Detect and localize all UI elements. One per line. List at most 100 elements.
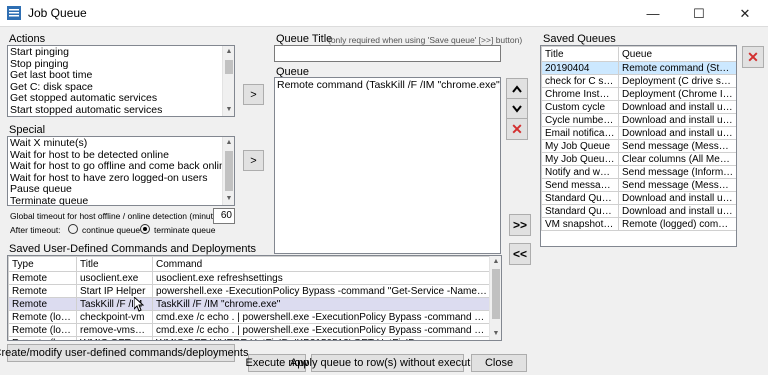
table-cell: WMIC QFE WHERE HotFixID='KB3150513' GET … [152,336,491,340]
table-row[interactable]: Send message te...Send message (Message … [541,178,736,192]
chevron-up-icon [512,85,522,93]
scroll-down-icon[interactable]: ▼ [223,193,234,205]
table-cell: Remote (logged) [8,336,77,340]
column-header[interactable]: Queue [618,46,736,62]
add-action-button[interactable]: > [243,84,264,105]
after-timeout-label: After timeout: [10,225,61,235]
terminate-queue-radio[interactable] [140,223,150,235]
close-button[interactable]: Close [471,354,527,372]
scroll-thumb[interactable] [225,60,233,74]
table-row[interactable]: 20190404Remote command (Stop DNS... [541,61,736,75]
table-row[interactable]: Remote Start IP Helper powershell.exe -Exe… [8,284,491,298]
table-row[interactable]: VM snapshot, up...Remote (logged) comman… [541,217,736,231]
move-down-button[interactable] [506,98,528,120]
mouse-cursor-icon [134,297,144,312]
table-cell: Remote (logged) [8,310,77,324]
queue-list-item[interactable]: Remote command (TaskKill /F /IM "chrome.… [275,79,500,92]
window-title: Job Queue [28,6,87,20]
continue-queue-label: continue queue [82,225,141,235]
special-label: Special [9,124,46,136]
table-row[interactable]: Remote (logged)WMIC QFEWMIC QFE WHERE Ho… [8,336,491,340]
remove-queue-item-button[interactable]: ✕ [506,118,528,140]
special-listbox[interactable]: Wait X minute(s) Wait for host to be dete… [7,136,235,206]
saved-queues-table[interactable]: Title Queue 20190404 Remote command (Stop … [540,45,737,247]
saved-commands-table[interactable]: Type Title Command Remote usoclient.exe usoc… [7,255,502,341]
load-queue-button[interactable]: << [509,243,531,265]
minimize-button[interactable]: — [630,0,676,27]
scroll-up-icon[interactable]: ▲ [223,137,234,149]
table-cell: My Job Queue 2... [541,152,619,166]
special-list-item[interactable]: Pause queue [8,183,234,196]
column-header[interactable]: Command [152,256,491,272]
table-row[interactable]: Remote usoclient.exe usoclient.exe refresh… [8,271,491,285]
table-row[interactable]: Chrome Install Pl...Deployment (Chrome I… [541,87,736,101]
special-list-item[interactable]: Terminate queue [8,195,234,205]
table-row[interactable]: Remote TaskKill /F /IM TaskKill /F /IM "ch… [8,297,491,311]
action-list-item[interactable]: Get last boot time [8,69,234,82]
queue-title-hint: (only required when using 'Save queue' [… [328,35,523,45]
actions-scrollbar[interactable]: ▲ ▼ [222,46,234,116]
scroll-down-icon[interactable]: ▼ [490,328,501,340]
table-row[interactable]: Email notification ...Download and insta… [541,126,736,140]
table-cell: Standard Queue ... [541,191,619,205]
commands-scrollbar[interactable]: ▲ ▼ [489,256,501,340]
special-list-item[interactable]: Wait X minute(s) [8,137,234,150]
table-cell: Remote [8,284,77,298]
table-cell: Download and install updates ... [618,126,736,140]
continue-queue-radio[interactable] [68,223,78,235]
create-modify-commands-button[interactable]: Create/modify user-defined commands/depl… [0,344,248,362]
table-row[interactable]: Cycle number 2Download and install updat… [541,113,736,127]
table-cell: WMIC QFE [76,336,153,340]
table-cell: Download and install updates ... [618,191,736,205]
scroll-down-icon[interactable]: ▼ [223,104,234,116]
column-header[interactable]: Title [76,256,153,272]
chevron-down-icon [512,105,522,113]
table-cell: Email notification ... [541,126,619,140]
scroll-thumb[interactable] [492,269,500,319]
table-cell: Cycle number 2 [541,113,619,127]
table-row[interactable]: Remote (logged)remove-vmsnapshotcmd.exe … [8,323,491,337]
table-cell: cmd.exe /c echo . | powershell.exe -Exec… [152,323,491,337]
action-list-item[interactable]: Get OS version / service pack level [10,115,173,116]
title-bar: Job Queue — ☐ ✕ [0,0,768,27]
table-row[interactable]: Remote (logged)checkpoint-vmcmd.exe /c e… [8,310,491,324]
close-window-button[interactable]: ✕ [722,0,768,27]
table-cell: Standard Queue ... [541,204,619,218]
app-icon [7,6,21,20]
special-list-item[interactable]: Wait for host to go offline and come bac… [8,160,234,173]
special-scrollbar[interactable]: ▲ ▼ [222,137,234,205]
apply-queue-button[interactable]: Apply queue to row(s) without executing [290,354,485,372]
table-cell: Download and install updates ... [618,113,736,127]
table-row[interactable]: Custom cycleDownload and install updates… [541,100,736,114]
add-special-button[interactable]: > [243,150,264,171]
queue-title-input[interactable] [274,45,501,62]
timeout-input[interactable]: 60 [213,208,235,224]
maximize-button[interactable]: ☐ [676,0,722,27]
table-cell: VM snapshot, up... [541,217,619,231]
table-cell: My Job Queue [541,139,619,153]
queue-listbox[interactable]: Remote command (TaskKill /F /IM "chrome.… [274,77,501,254]
scroll-thumb[interactable] [225,151,233,191]
scroll-up-icon[interactable]: ▲ [223,46,234,58]
delete-saved-queue-button[interactable]: ✕ [742,46,764,68]
actions-label: Actions [9,33,46,45]
table-row[interactable]: Notify and wait 5 ...Send message (Infor… [541,165,736,179]
table-row[interactable]: My Job Queue 2...Clear columns (All Mess… [541,152,736,166]
column-header[interactable]: Title [541,46,619,62]
actions-listbox[interactable]: Start pinging Stop pinging Get last boot t… [7,45,235,117]
action-list-item[interactable]: Start pinging [8,46,234,59]
table-row[interactable]: check for C spac...Deployment (C drive s… [541,74,736,88]
save-queue-button[interactable]: >> [509,214,531,236]
move-up-button[interactable] [506,78,528,100]
scroll-up-icon[interactable]: ▲ [490,256,501,268]
table-row[interactable]: My Job QueueSend message (Message title … [541,139,736,153]
table-cell: cmd.exe /c echo . | powershell.exe -Exec… [152,310,491,324]
terminate-queue-label: terminate queue [154,225,216,235]
table-row[interactable]: Standard Queue ...Download and install u… [541,191,736,205]
timeout-label: Global timeout for host offline / online… [10,211,228,221]
table-row[interactable]: Standard Queue ...Download and install u… [541,204,736,218]
table-cell: Start IP Helper [76,284,153,298]
column-header[interactable]: Type [8,256,77,272]
action-list-item[interactable]: Get stopped automatic services [8,92,234,105]
table-cell: Custom cycle [541,100,619,114]
